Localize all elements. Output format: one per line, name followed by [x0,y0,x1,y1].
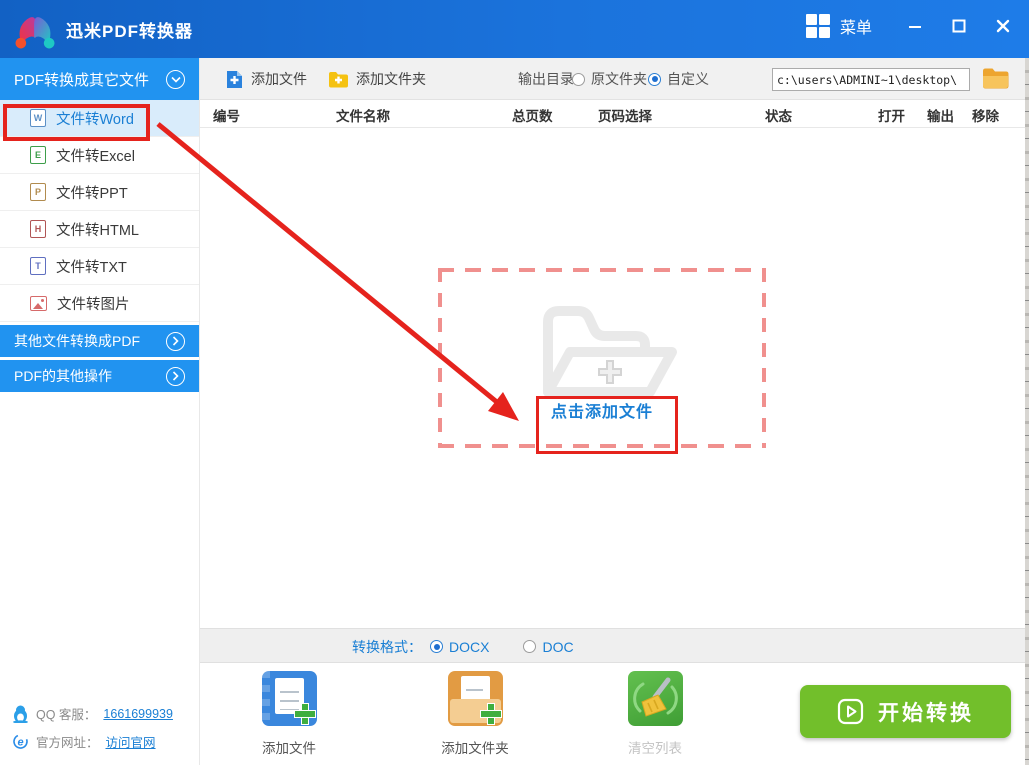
word-doc-icon: W [30,109,46,127]
format-strip: 转换格式： DOCX DOC [200,628,1025,663]
add-file-button[interactable]: 添加文件 [225,58,307,100]
add-folder-action-label: 添加文件夹 [440,737,510,757]
radio-source-folder-circle[interactable] [572,73,585,86]
pdf-converter-window: 迅米PDF转换器 菜单 PDF转换成其它文件 W 文件转W [0,0,1029,765]
sidebar: PDF转换成其它文件 W 文件转Word E 文件转Excel P 文件转PPT… [0,58,200,765]
menu-button[interactable]: 菜单 [806,14,872,38]
sidebar-item-pdf-to-txt[interactable]: T 文件转TXT [0,248,199,285]
start-convert-button[interactable]: 开始转换 [800,685,1011,738]
col-output: 输出 [927,105,954,125]
main-panel: 添加文件 添加文件夹 输出目录： 原文件夹 自定义 [200,58,1025,765]
radio-custom-label: 自定义 [667,69,709,89]
sidebar-item-label: 文件转HTML [56,219,139,240]
sidebar-item-label: 文件转Excel [56,145,135,166]
app-logo-icon [12,8,58,50]
menu-label: 菜单 [840,14,872,38]
toolbar: 添加文件 添加文件夹 输出目录： 原文件夹 自定义 [200,58,1025,100]
sidebar-section-pdf-ops[interactable]: PDF的其他操作 [0,360,199,392]
radio-docx[interactable]: DOCX [430,639,489,655]
add-file-action-button[interactable]: 添加文件 [254,671,324,757]
add-file-big-icon [262,671,317,726]
ie-browser-icon: e [12,733,29,750]
drop-zone[interactable]: 点击添加文件 [438,268,766,448]
section-label: 其他文件转换成PDF [14,331,140,351]
html-doc-icon: H [30,220,46,238]
format-label: 转换格式： [352,637,422,657]
radio-source-folder-label: 原文件夹 [591,69,647,89]
play-icon [837,698,864,725]
open-folder-icon [524,294,684,409]
official-site-label: 官方网址： [36,732,99,751]
sidebar-item-label: 文件转图片 [57,293,130,314]
qq-number-link[interactable]: 1661699939 [103,707,173,721]
clear-list-action-label: 清空列表 [620,737,690,757]
official-site-link[interactable]: 访问官网 [106,732,156,751]
sidebar-item-label: 文件转Word [56,108,134,129]
radio-docx-label: DOCX [449,639,489,655]
section-label: PDF转换成其它文件 [14,69,149,90]
radio-custom-circle[interactable] [648,73,661,86]
col-remove: 移除 [972,105,999,125]
menu-grid-icon [806,14,830,38]
image-doc-icon [30,296,47,311]
section-label: PDF的其他操作 [14,366,112,386]
radio-doc-label: DOC [542,639,573,655]
radio-doc[interactable]: DOC [523,639,573,655]
sidebar-item-pdf-to-ppt[interactable]: P 文件转PPT [0,174,199,211]
add-file-action-label: 添加文件 [254,737,324,757]
radio-docx-circle[interactable] [430,640,443,653]
excel-doc-icon: E [30,146,46,164]
col-filename: 文件名称 [336,105,390,125]
txt-doc-icon: T [30,257,46,275]
col-page-select: 页码选择 [598,105,652,125]
sidebar-section-pdf-to-other[interactable]: PDF转换成其它文件 [0,58,199,100]
sidebar-item-pdf-to-excel[interactable]: E 文件转Excel [0,137,199,174]
sidebar-item-label: 文件转PPT [56,182,128,203]
svg-text:e: e [17,737,23,749]
add-folder-action-button[interactable]: 添加文件夹 [440,671,510,757]
drop-zone-hint[interactable]: 点击添加文件 [438,398,766,422]
add-file-label: 添加文件 [251,69,307,89]
sidebar-footer: QQ 客服： 1661699939 e 官方网址： 访问官网 [0,695,200,751]
close-button[interactable] [987,10,1019,42]
clear-list-big-icon [628,671,683,726]
maximize-button[interactable] [943,10,975,42]
app-title: 迅米PDF转换器 [66,17,193,42]
sidebar-item-pdf-to-word[interactable]: W 文件转Word [0,100,199,137]
chevron-right-icon [166,367,185,386]
col-status: 状态 [765,105,792,125]
clear-list-action-button[interactable]: 清空列表 [620,671,690,757]
col-total-pages: 总页数 [512,105,553,125]
col-open: 打开 [878,105,905,125]
add-file-icon [225,70,244,89]
add-folder-button[interactable]: 添加文件夹 [328,58,426,100]
add-folder-big-icon [448,671,503,726]
chevron-right-icon [166,332,185,351]
ppt-doc-icon: P [30,183,46,201]
radio-custom[interactable]: 自定义 [648,58,709,100]
qq-service-label: QQ 客服： [36,704,96,723]
sidebar-item-label: 文件转TXT [56,256,127,277]
file-table-header: 编号 文件名称 总页数 页码选择 状态 打开 输出 移除 [200,100,1025,128]
radio-source-folder[interactable]: 原文件夹 [572,58,647,100]
add-folder-icon [328,71,349,88]
sidebar-section-other-to-pdf[interactable]: 其他文件转换成PDF [0,325,199,357]
title-bar: 迅米PDF转换器 菜单 [0,0,1029,58]
chevron-down-icon [166,70,185,89]
qq-icon [12,705,29,723]
sidebar-item-pdf-to-html[interactable]: H 文件转HTML [0,211,199,248]
minimize-button[interactable] [899,10,931,42]
output-path-input[interactable] [772,68,970,91]
browse-folder-icon[interactable] [982,67,1009,95]
add-folder-label: 添加文件夹 [356,69,426,89]
background-window-sliver [1025,58,1029,765]
sidebar-item-pdf-to-image[interactable]: 文件转图片 [0,285,199,322]
col-number: 编号 [213,105,240,125]
radio-doc-circle[interactable] [523,640,536,653]
start-convert-label: 开始转换 [878,697,974,727]
